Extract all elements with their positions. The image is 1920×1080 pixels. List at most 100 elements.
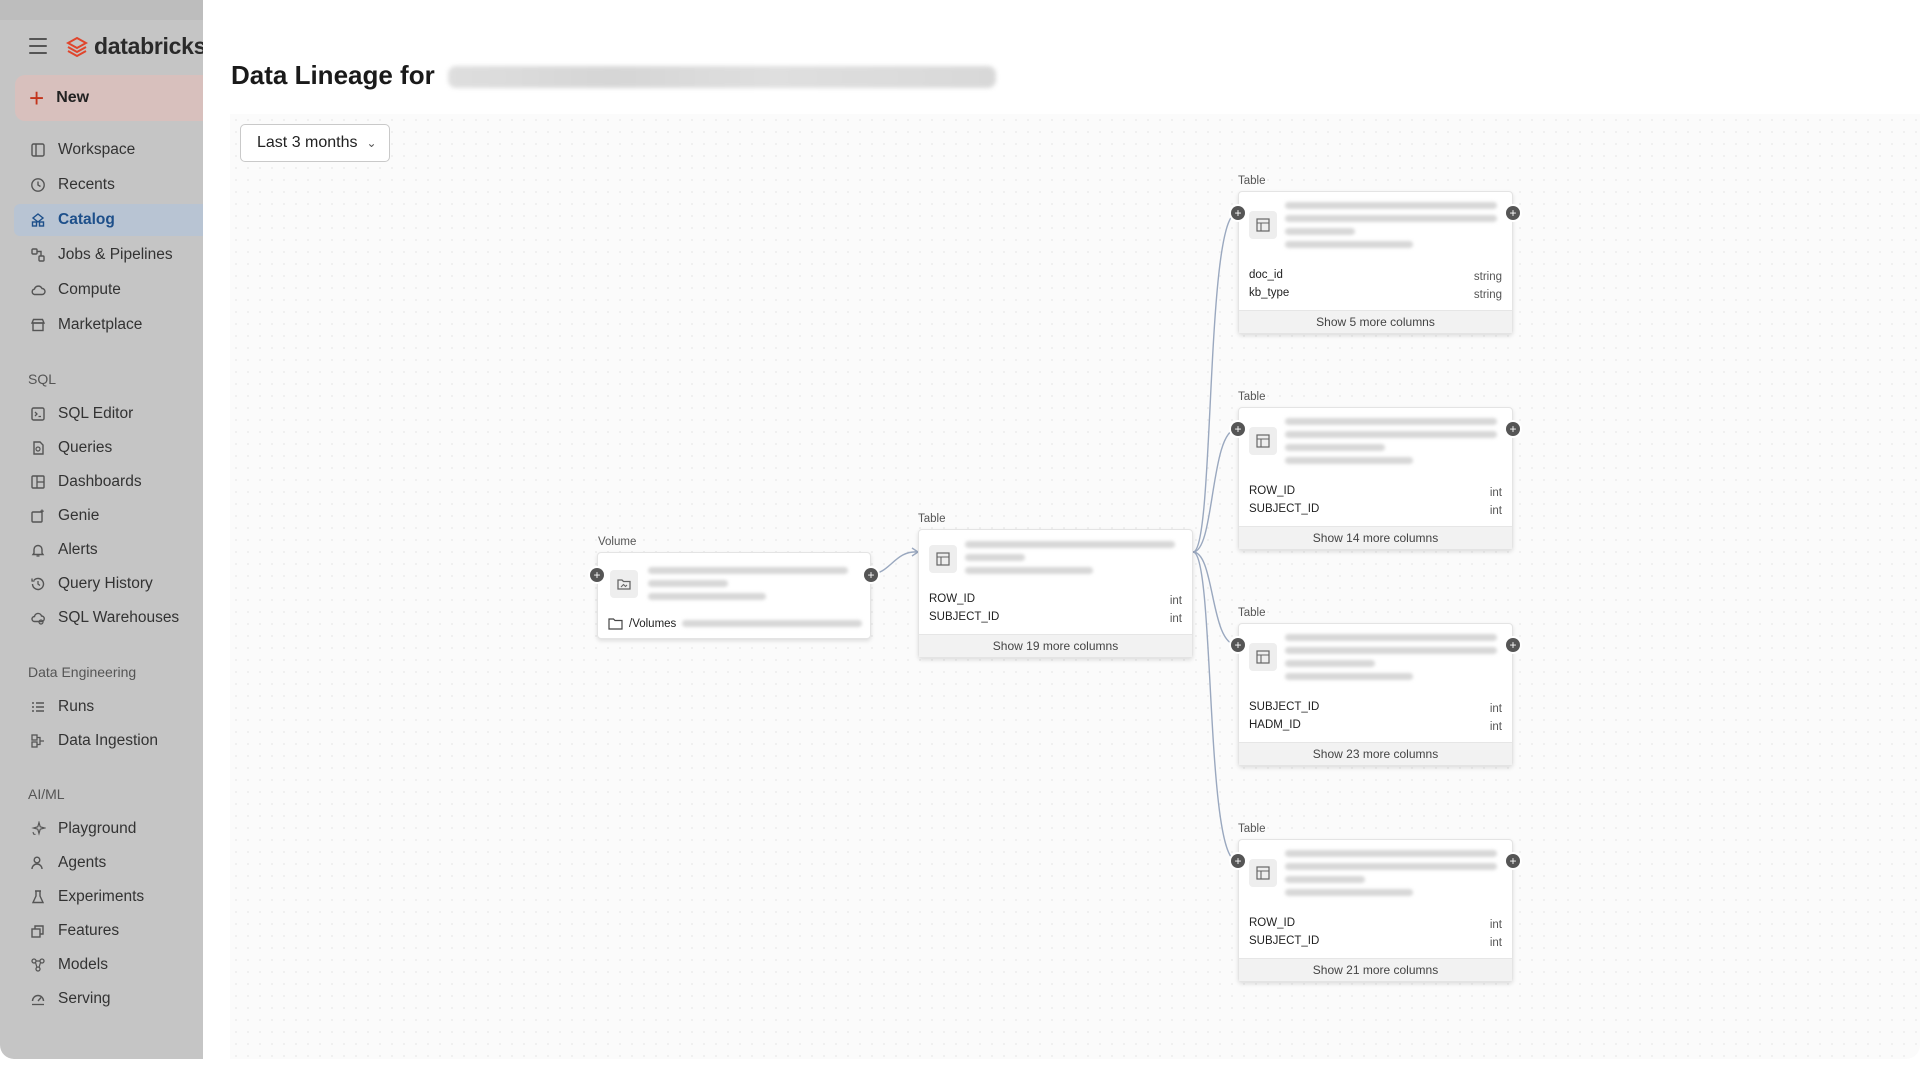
column-type: int: [1489, 505, 1502, 517]
column-row: HADM_ID int: [1249, 719, 1502, 737]
column-row: ROW_ID int: [1249, 917, 1502, 935]
volume-path-prefix: /Volumes: [629, 617, 677, 630]
volume-node[interactable]: /Volumes: [597, 552, 871, 639]
sidebar: databricks + New Workspace Recents Catal…: [0, 0, 206, 1059]
cloud-icon: [28, 280, 48, 300]
agent-icon: [28, 853, 48, 873]
databricks-logo[interactable]: databricks: [66, 33, 206, 60]
sidebar-top-strip: [0, 0, 203, 20]
column-row: SUBJECT_ID int: [1249, 935, 1502, 953]
node-type-label: Table: [1238, 391, 1266, 403]
column-row: ROW_ID int: [929, 593, 1182, 611]
expand-upstream-handle[interactable]: +: [590, 568, 604, 582]
source-table-node[interactable]: ROW_ID int SUBJECT_ID int Show 19 more c…: [918, 529, 1193, 658]
sidebar-item-sql-editor[interactable]: SQL Editor: [14, 398, 203, 430]
column-type: int: [1169, 613, 1182, 625]
redacted-text: [965, 541, 1175, 548]
downstream-table-node[interactable]: SUBJECT_ID int HADM_ID int Show 23 more …: [1238, 623, 1513, 766]
sidebar-item-label: Workspace: [58, 141, 136, 158]
models-icon: [28, 955, 48, 975]
sidebar-item-label: Marketplace: [58, 316, 143, 333]
sidebar-item-catalog[interactable]: Catalog: [14, 204, 203, 236]
expand-upstream-handle[interactable]: +: [1231, 422, 1245, 436]
downstream-table-node[interactable]: ROW_ID int SUBJECT_ID int Show 21 more c…: [1238, 839, 1513, 982]
new-button-label: New: [56, 89, 90, 106]
column-type: string: [1473, 289, 1502, 301]
column-row: ROW_ID int: [1249, 485, 1502, 503]
expand-downstream-handle[interactable]: +: [1506, 854, 1520, 868]
column-type: string: [1473, 271, 1502, 283]
sidebar-item-agents[interactable]: Agents: [14, 847, 203, 879]
warehouse-icon: [28, 608, 48, 628]
expand-downstream-handle[interactable]: +: [1506, 638, 1520, 652]
show-more-columns-button[interactable]: Show 21 more columns: [1239, 958, 1512, 981]
runs-icon: [28, 697, 48, 717]
volume-path: /Volumes: [608, 617, 863, 630]
sidebar-item-jobs-pipelines[interactable]: Jobs & Pipelines: [14, 239, 203, 271]
bottom-strip: [0, 1059, 1920, 1080]
expand-downstream-handle[interactable]: +: [864, 568, 878, 582]
column-row: SUBJECT_ID int: [1249, 701, 1502, 719]
expand-downstream-handle[interactable]: +: [1506, 206, 1520, 220]
sidebar-item-sql-warehouses[interactable]: SQL Warehouses: [14, 602, 203, 634]
store-icon: [28, 315, 48, 335]
sidebar-item-marketplace[interactable]: Marketplace: [14, 309, 203, 341]
show-more-columns-button[interactable]: Show 23 more columns: [1239, 742, 1512, 765]
show-more-columns-button[interactable]: Show 14 more columns: [1239, 526, 1512, 549]
sidebar-item-genie[interactable]: Genie: [14, 500, 203, 532]
column-name: SUBJECT_ID: [929, 611, 1000, 623]
sidebar-item-models[interactable]: Models: [14, 949, 203, 981]
expand-upstream-handle[interactable]: +: [1231, 206, 1245, 220]
sidebar-item-label: Playground: [58, 820, 137, 837]
downstream-table-node[interactable]: ROW_ID int SUBJECT_ID int Show 14 more c…: [1238, 407, 1513, 550]
sidebar-item-dashboards[interactable]: Dashboards: [14, 466, 203, 498]
table-icon: [1249, 427, 1277, 455]
sidebar-item-label: Recents: [58, 176, 115, 193]
column-row: kb_type string: [1249, 287, 1502, 305]
redacted-text: [1285, 431, 1497, 438]
sidebar-item-queries[interactable]: Queries: [14, 432, 203, 464]
redacted-text: [1285, 850, 1497, 857]
column-name: kb_type: [1249, 287, 1290, 299]
node-type-label: Table: [1238, 823, 1266, 835]
redacted-text: [1285, 634, 1497, 641]
sidebar-item-label: Features: [58, 922, 120, 939]
sidebar-item-data-ingestion[interactable]: Data Ingestion: [14, 725, 203, 757]
clock-icon: [28, 175, 48, 195]
sidebar-item-recents[interactable]: Recents: [14, 169, 203, 201]
redacted-table-name: [447, 66, 996, 89]
downstream-table-node[interactable]: doc_id string kb_type string Show 5 more…: [1238, 191, 1513, 334]
history-icon: [28, 574, 48, 594]
menu-icon[interactable]: [29, 38, 47, 54]
redacted-text: [648, 593, 766, 600]
sidebar-item-experiments[interactable]: Experiments: [14, 881, 203, 913]
sidebar-item-query-history[interactable]: Query History: [14, 568, 203, 600]
expand-downstream-handle[interactable]: +: [1506, 422, 1520, 436]
show-more-columns-button[interactable]: Show 19 more columns: [919, 634, 1192, 657]
sidebar-item-label: Compute: [58, 281, 121, 298]
redacted-text: [965, 567, 1093, 574]
sidebar-item-serving[interactable]: Serving: [14, 983, 203, 1015]
sidebar-item-alerts[interactable]: Alerts: [14, 534, 203, 566]
column-name: ROW_ID: [1249, 485, 1295, 497]
genie-icon: [28, 506, 48, 526]
show-more-columns-button[interactable]: Show 5 more columns: [1239, 310, 1512, 333]
sidebar-item-runs[interactable]: Runs: [14, 691, 203, 723]
redacted-text: [1285, 241, 1413, 248]
volume-icon: [610, 570, 638, 598]
redacted-text: [1285, 228, 1355, 235]
sidebar-item-playground[interactable]: Playground: [14, 813, 203, 845]
sidebar-item-label: SQL Warehouses: [58, 609, 180, 626]
sidebar-item-workspace[interactable]: Workspace: [14, 134, 203, 166]
sidebar-item-label: Query History: [58, 575, 153, 592]
expand-upstream-handle[interactable]: +: [1231, 854, 1245, 868]
redacted-text: [648, 580, 728, 587]
new-button[interactable]: + New: [15, 75, 203, 121]
time-range-dropdown[interactable]: Last 3 months ⌄: [240, 124, 390, 162]
expand-upstream-handle[interactable]: +: [1231, 638, 1245, 652]
sql-editor-icon: [28, 404, 48, 424]
serving-icon: [28, 989, 48, 1009]
sidebar-item-features[interactable]: Features: [14, 915, 203, 947]
sidebar-item-compute[interactable]: Compute: [14, 274, 203, 306]
column-row: SUBJECT_ID int: [929, 611, 1182, 629]
